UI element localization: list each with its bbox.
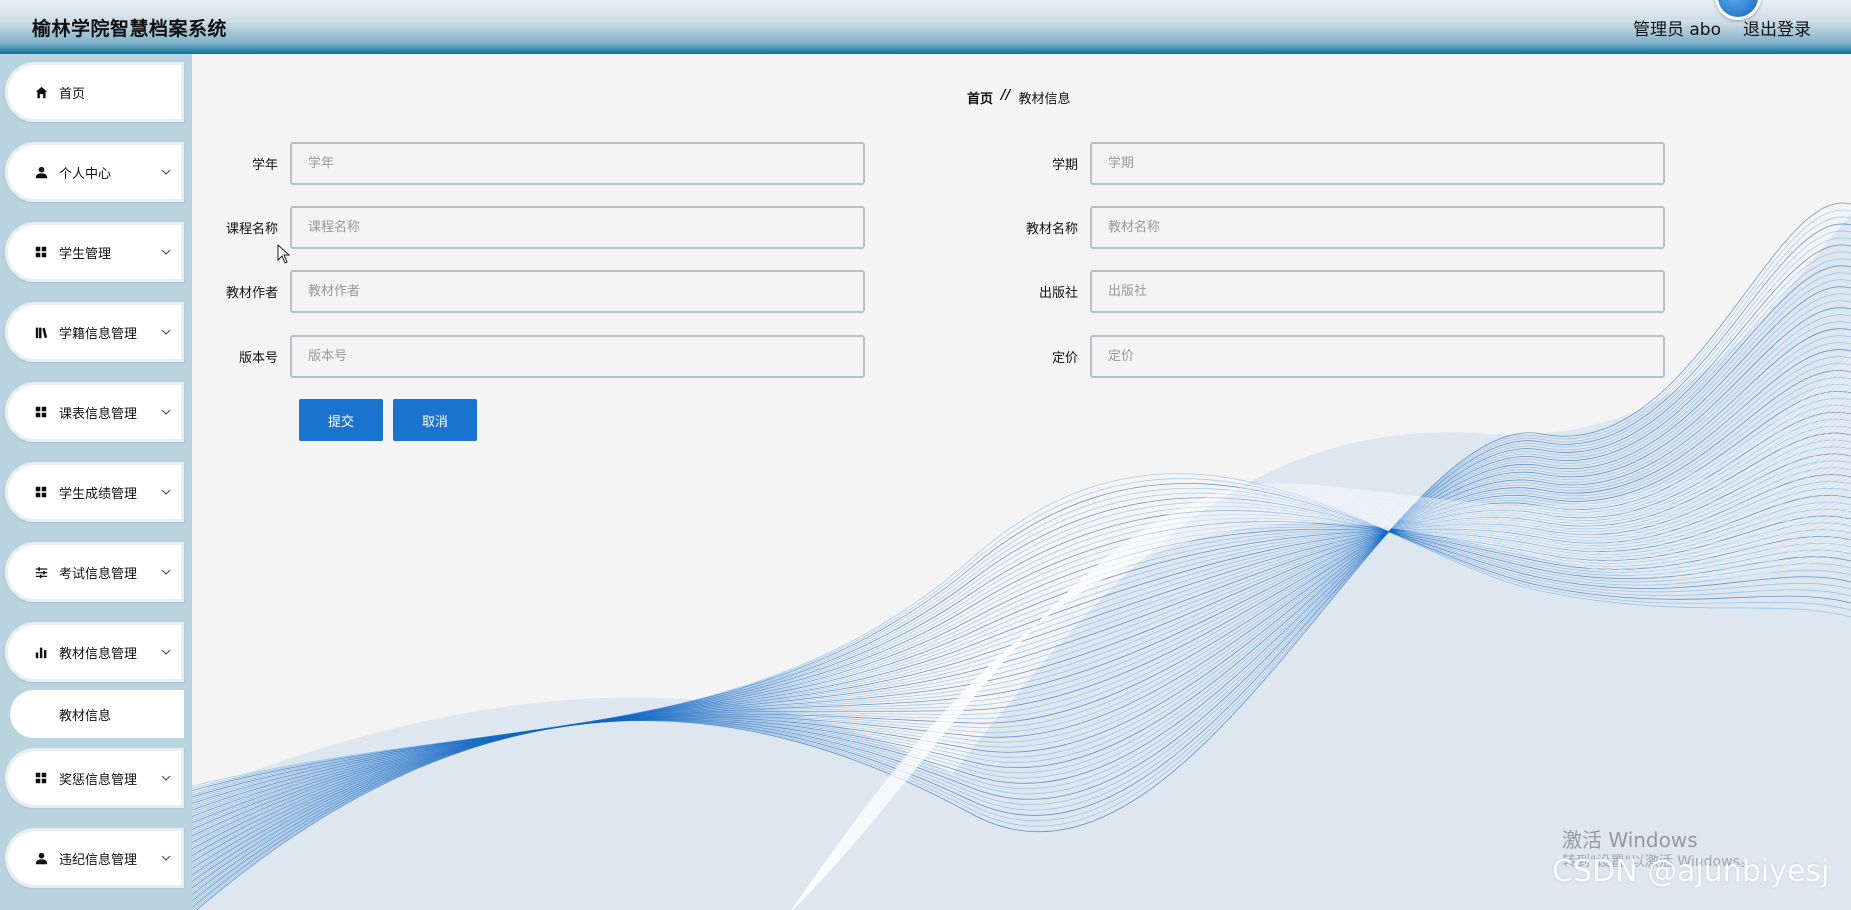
field-label: 学期	[1051, 158, 1078, 173]
form-row-edition: 版本号	[200, 335, 865, 378]
user-label: 管理员 abo	[1632, 19, 1721, 40]
mouse-cursor-icon	[277, 244, 291, 264]
form-row-year: 学年	[200, 142, 865, 185]
field-label: 教材作者	[225, 286, 278, 301]
sidebar-item-label: 奖惩信息管理	[59, 772, 138, 788]
bar-chart-icon	[33, 644, 49, 660]
breadcrumb-home[interactable]: 首页	[967, 88, 993, 107]
sidebar-item-enrollment[interactable]: 学籍信息管理	[5, 302, 184, 362]
grid-icon	[33, 484, 49, 500]
home-icon	[33, 84, 49, 100]
sidebar-item-label: 学生管理	[59, 246, 112, 262]
form-row-textbook: 教材名称	[1000, 206, 1665, 249]
school-year-input[interactable]	[290, 142, 865, 185]
sidebar-item-label: 课表信息管理	[59, 406, 138, 422]
sidebar-item-label: 学生成绩管理	[59, 486, 138, 502]
app-title: 榆林学院智慧档案系统	[32, 17, 228, 40]
field-label: 定价	[1051, 351, 1078, 366]
grid-icon	[33, 770, 49, 786]
sidebar-subitem-label: 教材信息	[59, 708, 112, 724]
form-row-author: 教材作者	[200, 270, 865, 313]
sidebar-item-textbooks[interactable]: 教材信息管理	[5, 622, 184, 682]
sidebar-item-timetable[interactable]: 课表信息管理	[5, 382, 184, 442]
form-row-term: 学期	[1000, 142, 1665, 185]
submit-button[interactable]: 提交	[299, 399, 383, 441]
sliders-icon	[33, 564, 49, 580]
grid-icon	[33, 404, 49, 420]
top-header: 榆林学院智慧档案系统 管理员 abo 退出登录	[0, 0, 1851, 54]
sidebar-item-label: 违纪信息管理	[59, 852, 138, 868]
breadcrumb-current: 教材信息	[1018, 92, 1071, 107]
chevron-down-icon	[161, 855, 171, 861]
sidebar-item-home[interactable]: 首页	[5, 62, 184, 122]
main-content: 首页 // 教材信息 学年 学期 课程名称 教材名称 教材作者 出版社 版本号 …	[192, 54, 1851, 910]
field-label: 学年	[251, 158, 278, 173]
sidebar-item-violations[interactable]: 违纪信息管理	[5, 828, 184, 888]
field-label: 教材名称	[1025, 222, 1078, 237]
field-label: 版本号	[238, 351, 278, 366]
library-icon	[33, 324, 49, 340]
sidebar-item-profile[interactable]: 个人中心	[5, 142, 184, 202]
csdn-watermark: CSDN @ajunbiyesj	[1552, 854, 1830, 889]
sidebar-item-exams[interactable]: 考试信息管理	[5, 542, 184, 602]
sidebar-item-label: 考试信息管理	[59, 566, 138, 582]
chevron-down-icon	[161, 569, 171, 575]
logout-button[interactable]: 退出登录	[1743, 15, 1811, 40]
breadcrumb: 首页 // 教材信息	[967, 88, 1071, 107]
sidebar-item-rewards[interactable]: 奖惩信息管理	[5, 748, 184, 808]
form-row-price: 定价	[1000, 335, 1665, 378]
chevron-down-icon	[161, 329, 171, 335]
sidebar: 首页 个人中心 学生管理 学籍信息管理 课表信息管理 学生成绩管理 考试信息管理…	[0, 54, 192, 910]
user-icon	[33, 850, 49, 866]
grid-icon	[33, 244, 49, 260]
course-name-input[interactable]	[290, 206, 865, 249]
chevron-down-icon	[161, 249, 171, 255]
textbook-name-input[interactable]	[1090, 206, 1665, 249]
field-label: 出版社	[1038, 286, 1078, 301]
sidebar-item-label: 首页	[59, 86, 86, 102]
sidebar-item-student-management[interactable]: 学生管理	[5, 222, 184, 282]
header-right: 管理员 abo 退出登录	[1632, 0, 1811, 40]
term-input[interactable]	[1090, 142, 1665, 185]
form-row-publisher: 出版社	[1000, 270, 1665, 313]
textbook-author-input[interactable]	[290, 270, 865, 313]
publisher-input[interactable]	[1090, 270, 1665, 313]
cancel-button[interactable]: 取消	[393, 399, 477, 441]
field-label: 课程名称	[225, 222, 278, 237]
sidebar-item-label: 教材信息管理	[59, 646, 138, 662]
price-input[interactable]	[1090, 335, 1665, 378]
sidebar-item-label: 学籍信息管理	[59, 326, 138, 342]
edition-input[interactable]	[290, 335, 865, 378]
breadcrumb-separator: //	[1001, 88, 1011, 103]
chevron-down-icon	[161, 409, 171, 415]
chevron-down-icon	[161, 649, 171, 655]
user-icon	[33, 164, 49, 180]
chevron-down-icon	[161, 489, 171, 495]
windows-activation-title: 激活 Windows	[1562, 828, 1698, 852]
sidebar-item-grades[interactable]: 学生成绩管理	[5, 462, 184, 522]
sidebar-subitem-textbook-info[interactable]: 教材信息	[10, 690, 184, 738]
sidebar-item-label: 个人中心	[59, 166, 112, 182]
chevron-down-icon	[161, 169, 171, 175]
form-row-course: 课程名称	[200, 206, 865, 249]
chevron-down-icon	[161, 775, 171, 781]
